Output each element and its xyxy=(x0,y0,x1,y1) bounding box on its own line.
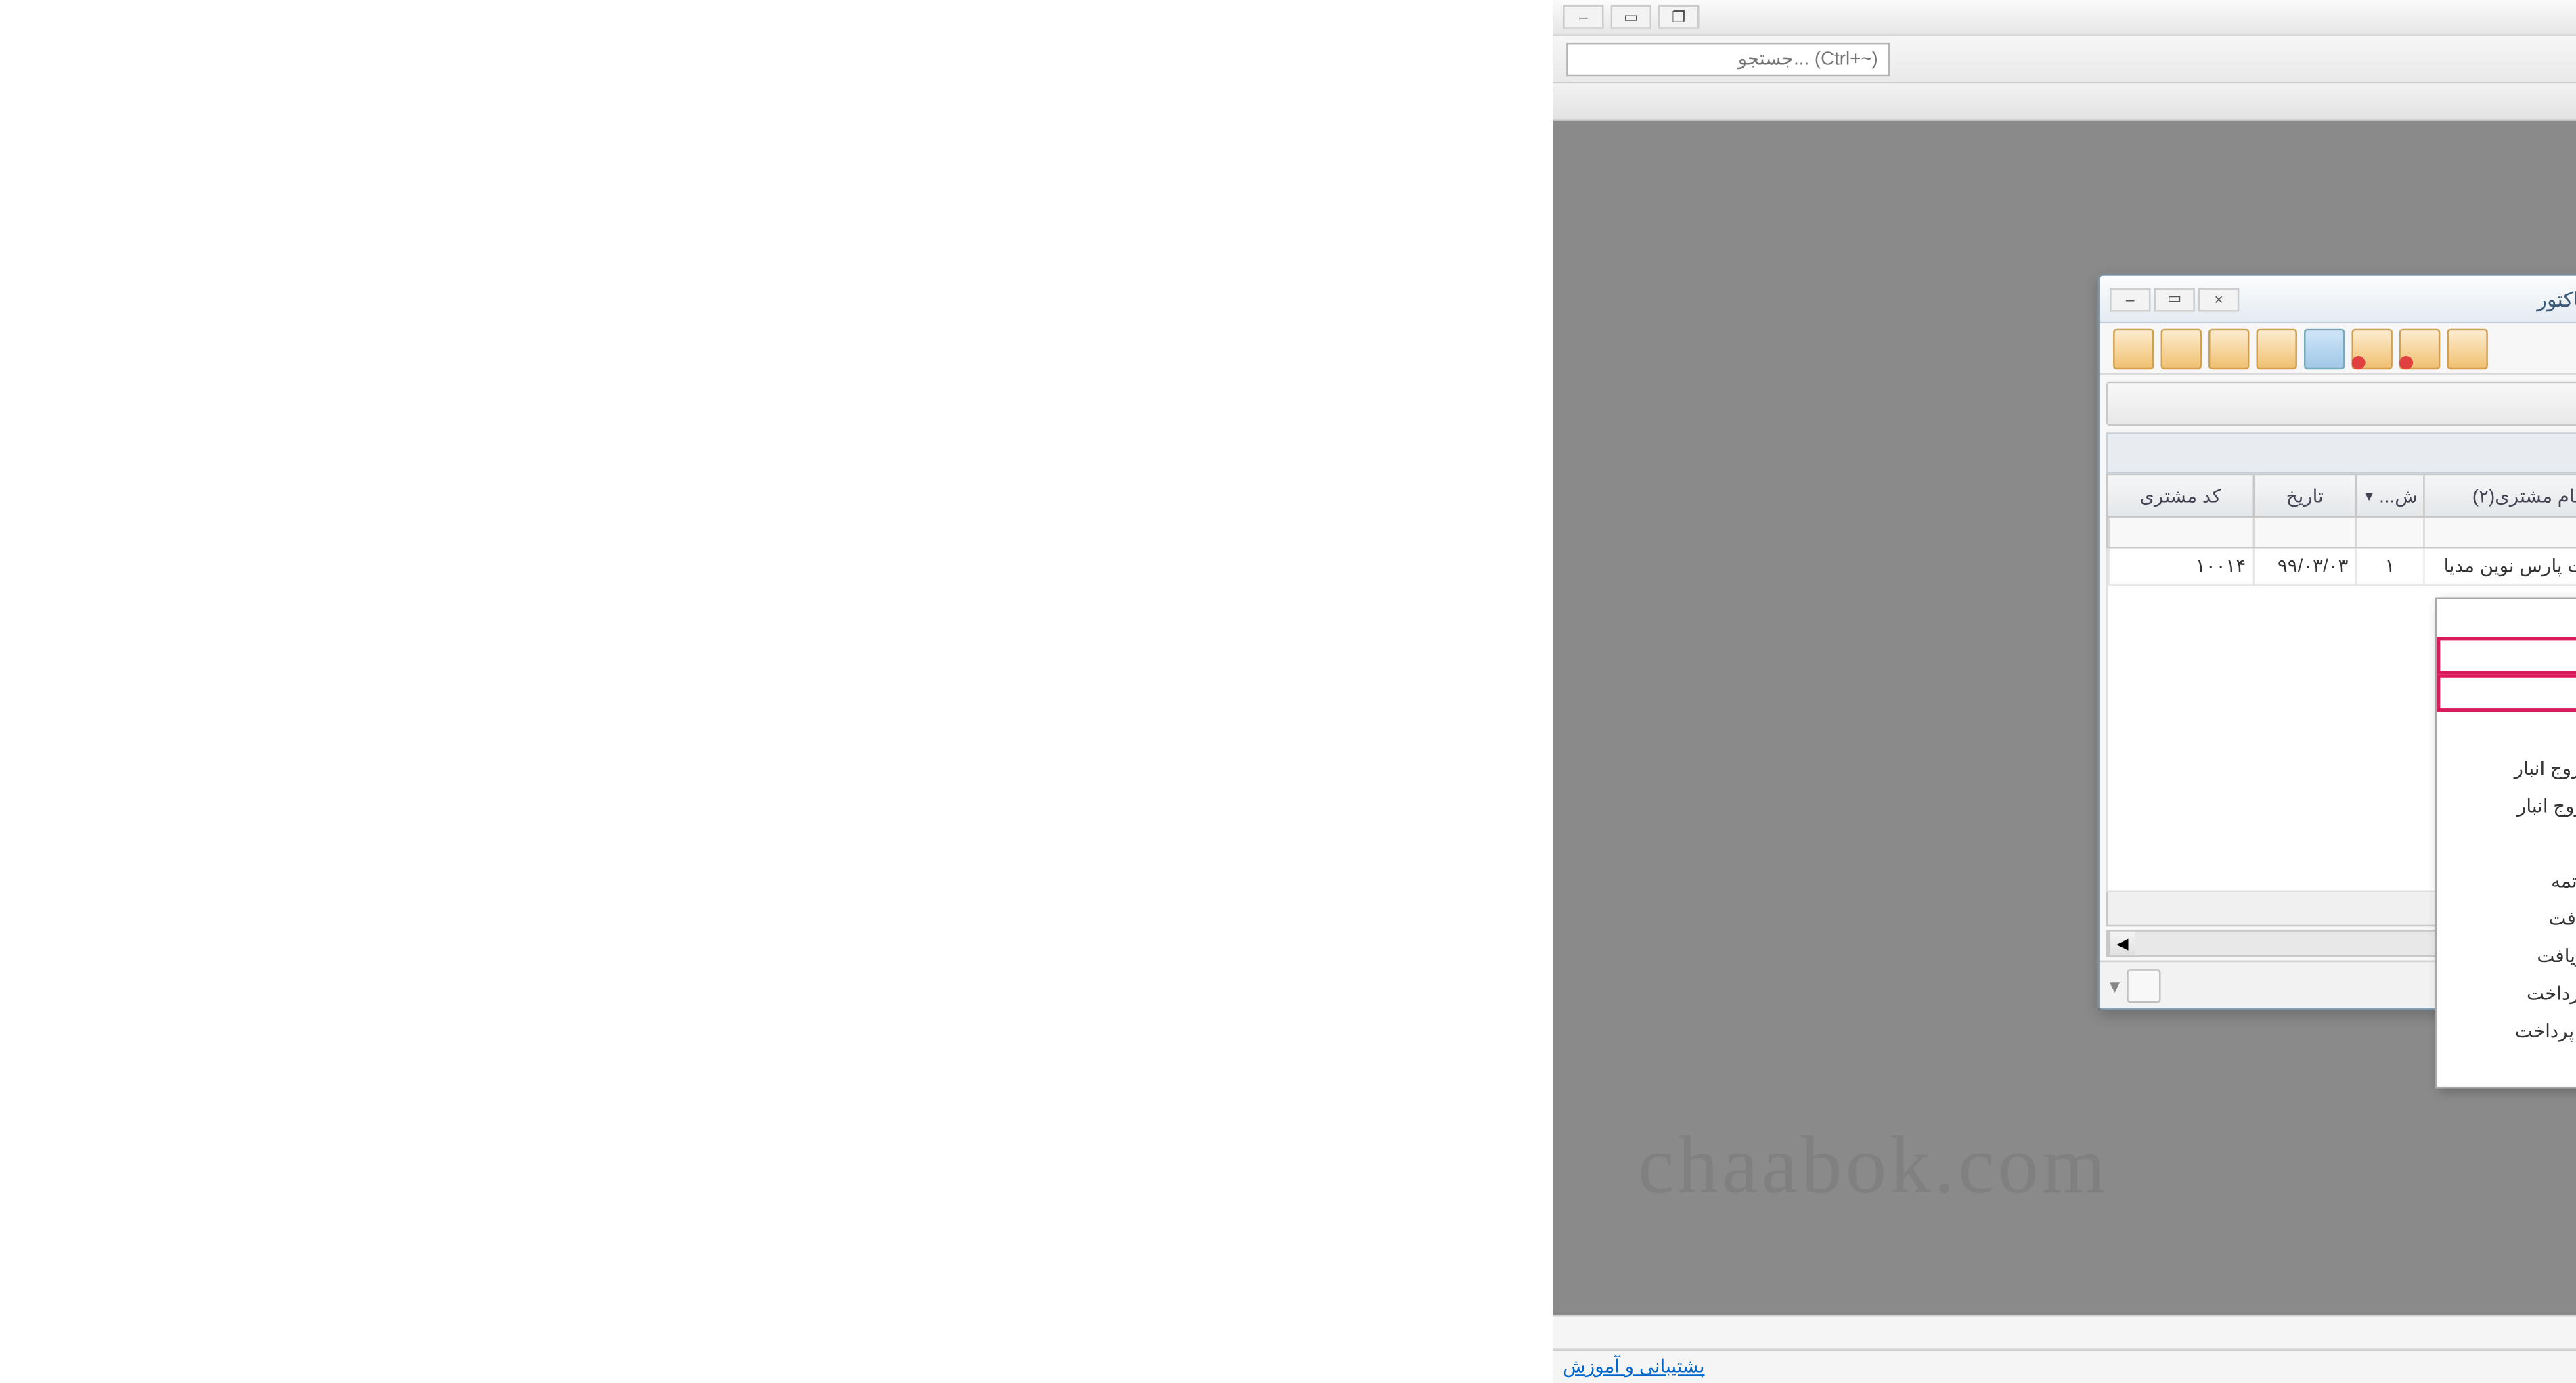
globe-icon[interactable] xyxy=(2127,968,2160,1002)
ctx-unfinalize[interactable]: 🔓برگشت از خاتمه xyxy=(2437,862,2576,899)
toolbar xyxy=(2100,323,2576,375)
grid-header: 🔍 گروه مشتری مدت اعتبار صادرکننده نام مش… xyxy=(2106,474,2576,518)
col-customer-code[interactable]: کد مشتری xyxy=(2108,475,2253,516)
maximize-button[interactable]: ▭ xyxy=(1611,5,1651,29)
inner-maximize-button[interactable]: ▭ xyxy=(2154,287,2195,311)
context-menu: 📄جدید ✎ویرایش ✕حذف ⧉تکثیر 📦صدور سند خروج… xyxy=(2435,597,2576,1088)
ctx-finalize[interactable]: 🔒خاتمه دادن xyxy=(2437,824,2576,861)
inner-close-button[interactable]: × xyxy=(2198,287,2239,311)
workspace: ? فهرست پیش فاکتور – ▭ × xyxy=(1553,121,2576,1315)
window-controls: – ▭ ❐ xyxy=(1563,5,1699,29)
ctx-new[interactable]: 📄جدید xyxy=(2437,599,2576,637)
cell-code: ۱۰۰۱۴ xyxy=(2108,548,2253,584)
ctx-delete-exit[interactable]: 📦حذف سند خروج انبار xyxy=(2437,787,2576,824)
ctx-issue-exit[interactable]: 📦صدور سند خروج انبار xyxy=(2437,749,2576,786)
restore-button[interactable]: ❐ xyxy=(1658,5,1699,29)
toolbar-box-icon[interactable] xyxy=(2113,328,2154,369)
cell-sh: ۱ xyxy=(2355,548,2424,584)
toolbar-delete-icon[interactable] xyxy=(2399,328,2440,369)
inner-title: فهرست پیش فاکتور xyxy=(2239,287,2576,311)
ctx-delete-notice[interactable]: 📋حذف اعلامیه پرداخت xyxy=(2437,1012,2576,1049)
grid-filter-row: ▼ xyxy=(2106,518,2576,548)
support-link[interactable]: پشتیبانی و آموزش xyxy=(1563,1356,1704,1378)
ctx-duplicate[interactable]: ⧉تکثیر xyxy=(2437,712,2576,749)
advanced-filter-button[interactable]: ▼ برای اضافه کردن شرط پیشرفته در اینجا ک… xyxy=(2108,383,2576,424)
statusbar-desk: میز کار xyxy=(1553,1315,2576,1348)
toolbar-folder-icon[interactable] xyxy=(2447,328,2487,369)
toolbar-box-icon[interactable] xyxy=(2257,328,2297,369)
minimize-button[interactable]: – xyxy=(1563,5,1603,29)
scroll-left-button[interactable]: ◀ xyxy=(2108,932,2135,955)
ctx-payment-notice[interactable]: 📋ثبت اعلامیه پرداخت xyxy=(2437,974,2576,1012)
cell-name2: شرکت پارس نوین مدیا xyxy=(2423,548,2576,584)
ctx-prepay[interactable]: 💳ثبت پیش دریافت xyxy=(2437,899,2576,936)
col-date[interactable]: تاریخ xyxy=(2252,475,2355,516)
table-row[interactable]: ◄ ۰ سرپرست شرکت پارس نوین مدیا شرکت پارس… xyxy=(2106,548,2576,585)
statusbar-info: کاربر : سرپرست ارز پایه : ریال سال مالی … xyxy=(1553,1348,2576,1382)
toolbar-box-icon[interactable] xyxy=(2208,328,2249,369)
group-by-bar[interactable]: جهت گروهبندی ستون موردنظر خود را در این … xyxy=(2106,432,2576,473)
watermark: chaabok.com xyxy=(1638,1119,2109,1212)
ctx-edit[interactable]: ✎ویرایش xyxy=(2437,637,2576,674)
ctx-delete[interactable]: ✕حذف xyxy=(2437,675,2576,712)
toolbar-box-icon[interactable] xyxy=(2161,328,2202,369)
search-input[interactable] xyxy=(1566,42,1890,76)
toolbar-alert-icon[interactable] xyxy=(2351,328,2392,369)
ctx-delete-prepay[interactable]: 💳حذف پیش دریافت xyxy=(2437,936,2576,974)
filter-bar: ▼ برای اضافه کردن شرط پیشرفته در اینجا ک… xyxy=(2106,382,2576,426)
inner-minimize-button[interactable]: – xyxy=(2110,287,2150,311)
toolbar-mail-icon[interactable] xyxy=(2304,328,2345,369)
tab-strip: فهرست پیش فاکتور × xyxy=(1553,83,2576,120)
ctx-view[interactable]: 👁مشاهده xyxy=(2437,1049,2576,1086)
col-customer-name2[interactable]: نام مشتری(۲) xyxy=(2423,475,2576,516)
cell-date: ۹۹/۰۳/۰۳ xyxy=(2252,548,2355,584)
inner-titlebar: ? فهرست پیش فاکتور – ▭ × xyxy=(2100,276,2576,323)
titlebar: شبکه آموزشی چابک – ▭ ❐ xyxy=(1553,0,2576,36)
col-sh[interactable]: ش...▼ xyxy=(2355,475,2424,516)
menubar: عملیات راهنما پنجره xyxy=(1553,36,2576,83)
